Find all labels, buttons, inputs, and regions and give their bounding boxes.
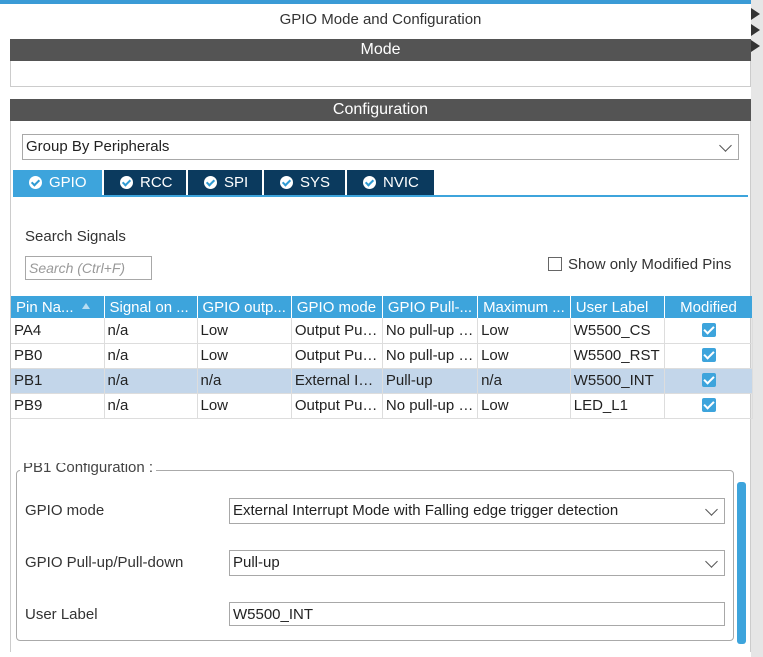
table-row[interactable]: PB9n/aLowOutput Push PullNo pull-up and … bbox=[11, 393, 753, 419]
tab-nvic[interactable]: NVIC bbox=[347, 170, 434, 195]
vertical-scrollbar-thumb[interactable] bbox=[737, 482, 746, 644]
cell-signal: n/a bbox=[104, 318, 198, 344]
table-row[interactable]: PB1n/an/aExternal Interrupt ModePull-upn… bbox=[11, 368, 753, 394]
gpio-pull-label: GPIO Pull-up/Pull-down bbox=[25, 554, 184, 571]
cell-max-speed: n/a bbox=[477, 368, 571, 394]
cell-gpio-mode: Output Push Pull bbox=[291, 318, 383, 344]
mode-section-body bbox=[10, 61, 751, 87]
mode-section-header[interactable]: Mode bbox=[10, 39, 751, 61]
checkbox-checked-icon[interactable] bbox=[701, 322, 716, 337]
configuration-section-header[interactable]: Configuration bbox=[10, 99, 751, 121]
cell-gpio-output: Low bbox=[197, 343, 292, 369]
cell-gpio-output: Low bbox=[197, 318, 292, 344]
chevron-down-icon bbox=[705, 555, 718, 568]
check-circle-icon bbox=[363, 176, 376, 189]
col-header-signal[interactable]: Signal on ... bbox=[104, 296, 198, 318]
tab-label: NVIC bbox=[383, 174, 419, 191]
cell-modified[interactable] bbox=[664, 368, 753, 394]
tab-label: SPI bbox=[224, 174, 249, 191]
chevron-down-icon bbox=[719, 139, 732, 152]
search-input[interactable] bbox=[25, 256, 152, 280]
show-modified-pins-toggle[interactable]: Show only Modified Pins bbox=[548, 256, 731, 274]
cell-pin-name: PB9 bbox=[11, 393, 105, 419]
top-accent-rule bbox=[0, 0, 751, 4]
col-header-gpio-pull[interactable]: GPIO Pull-... bbox=[382, 296, 479, 318]
table-header-row: Pin Na... Signal on ... GPIO outp... GPI… bbox=[11, 296, 753, 318]
cell-gpio-pull: Pull-up bbox=[382, 368, 479, 394]
col-header-max-speed[interactable]: Maximum ... bbox=[477, 296, 571, 318]
checkbox-checked-icon[interactable] bbox=[701, 348, 716, 362]
tab-label: GPIO bbox=[49, 174, 87, 191]
cell-gpio-pull: No pull-up and no pull-down bbox=[382, 318, 479, 344]
cell-signal: n/a bbox=[104, 343, 198, 369]
cell-user-label: W5500_CS bbox=[570, 318, 665, 344]
pin-configuration-legend: PB1 Configuration : bbox=[20, 463, 157, 475]
right-collapse-strip[interactable] bbox=[751, 0, 763, 657]
cell-user-label: W5500_INT bbox=[570, 368, 665, 394]
cell-signal: n/a bbox=[104, 393, 198, 419]
check-circle-icon bbox=[204, 176, 217, 189]
cell-gpio-mode: Output Push Pull bbox=[291, 343, 383, 369]
cell-modified[interactable] bbox=[664, 318, 753, 344]
gpio-mode-label: GPIO mode bbox=[25, 502, 105, 519]
cell-gpio-mode: Output Push Pull bbox=[291, 393, 383, 419]
gpio-pull-value: Pull-up bbox=[233, 554, 280, 571]
tab-rcc[interactable]: RCC bbox=[104, 170, 186, 195]
collapse-arrow-icon[interactable] bbox=[751, 8, 760, 20]
cell-max-speed: Low bbox=[477, 318, 571, 344]
col-header-gpio-mode[interactable]: GPIO mode bbox=[291, 296, 383, 318]
col-header-modified[interactable]: Modified bbox=[664, 296, 753, 318]
group-by-value: Group By Peripherals bbox=[26, 138, 170, 155]
table-row[interactable]: PB0n/aLowOutput Push PullNo pull-up and … bbox=[11, 343, 753, 369]
cell-gpio-pull: No pull-up and no pull-down bbox=[382, 393, 479, 419]
cell-user-label: W5500_RST bbox=[570, 343, 665, 369]
cell-modified[interactable] bbox=[664, 393, 753, 419]
col-header-gpio-output[interactable]: GPIO outp... bbox=[197, 296, 292, 318]
check-circle-icon bbox=[120, 176, 133, 189]
chevron-down-icon bbox=[705, 503, 718, 516]
cell-gpio-output: n/a bbox=[197, 368, 292, 394]
col-header-pin-name[interactable]: Pin Na... bbox=[11, 296, 105, 318]
user-label-input[interactable] bbox=[229, 602, 725, 626]
cell-modified[interactable] bbox=[664, 343, 753, 369]
gpio-mode-value: External Interrupt Mode with Falling edg… bbox=[233, 502, 619, 519]
group-by-select[interactable]: Group By Peripherals bbox=[22, 134, 739, 160]
tab-label: RCC bbox=[140, 174, 173, 191]
gpio-mode-select[interactable]: External Interrupt Mode with Falling edg… bbox=[229, 498, 725, 524]
tab-label: SYS bbox=[300, 174, 331, 191]
checkbox[interactable] bbox=[548, 257, 562, 271]
user-label-label: User Label bbox=[25, 606, 98, 623]
tab-sys[interactable]: SYS bbox=[264, 170, 345, 195]
show-modified-label: Show only Modified Pins bbox=[568, 256, 732, 273]
cell-gpio-mode: External Interrupt Mode bbox=[291, 368, 383, 394]
table-row[interactable]: PA4n/aLowOutput Push PullNo pull-up and … bbox=[11, 318, 753, 344]
cell-user-label: LED_L1 bbox=[570, 393, 665, 419]
cell-max-speed: Low bbox=[477, 393, 571, 419]
gpio-pull-select[interactable]: Pull-up bbox=[229, 550, 725, 576]
check-circle-icon bbox=[280, 176, 293, 189]
cell-gpio-pull: No pull-up and no pull-down bbox=[382, 343, 479, 369]
tab-underline bbox=[13, 195, 748, 197]
cell-pin-name: PA4 bbox=[11, 318, 105, 344]
tab-gpio[interactable]: GPIO bbox=[13, 170, 102, 195]
panel-title: GPIO Mode and Configuration bbox=[279, 11, 482, 28]
cell-max-speed: Low bbox=[477, 343, 571, 369]
check-circle-icon bbox=[29, 176, 42, 189]
cell-pin-name: PB1 bbox=[11, 368, 105, 394]
cell-gpio-output: Low bbox=[197, 393, 292, 419]
col-header-user-label[interactable]: User Label bbox=[570, 296, 665, 318]
pin-table: Pin Na... Signal on ... GPIO outp... GPI… bbox=[11, 296, 753, 419]
search-signals-label: Search Signals bbox=[25, 228, 126, 245]
checkbox-checked-icon[interactable] bbox=[701, 373, 716, 387]
tab-spi[interactable]: SPI bbox=[188, 170, 262, 195]
collapse-arrow-icon[interactable] bbox=[751, 40, 760, 52]
collapse-arrow-icon[interactable] bbox=[751, 24, 760, 36]
sort-ascending-icon bbox=[81, 302, 90, 309]
checkbox-checked-icon[interactable] bbox=[701, 398, 716, 412]
cell-signal: n/a bbox=[104, 368, 198, 394]
cell-pin-name: PB0 bbox=[11, 343, 105, 369]
